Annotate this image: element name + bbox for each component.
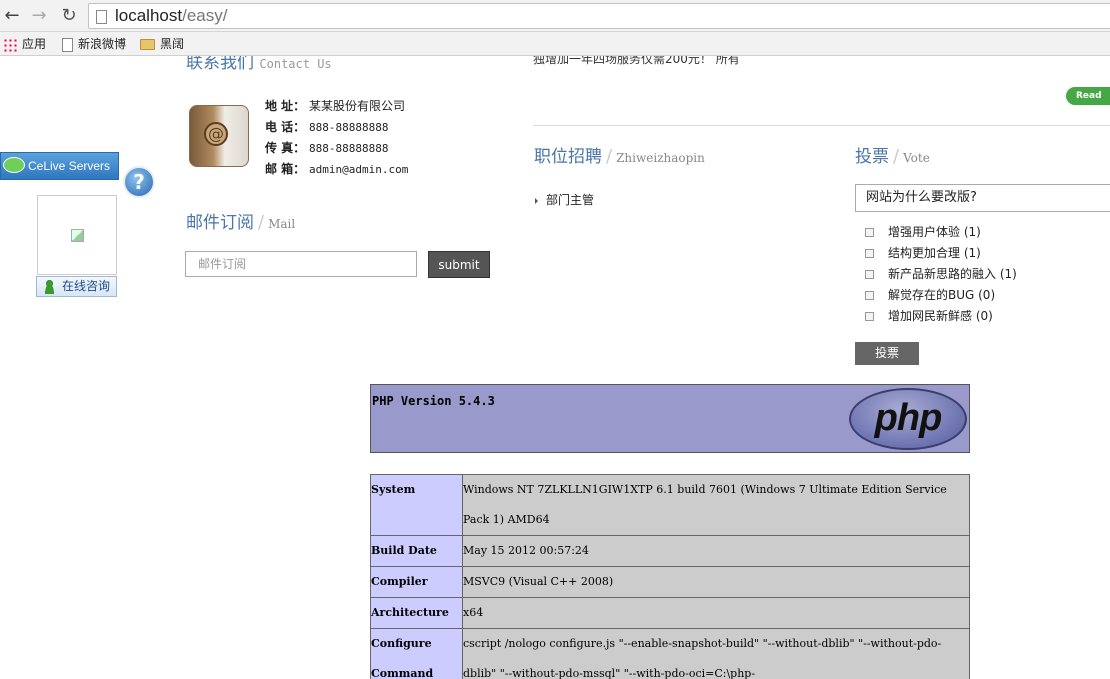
promo-text: 独增加一年四场服务仅需200元！ 所有	[533, 56, 740, 66]
page-content: 联系我们 Contact Us 独增加一年四场服务仅需200元！ 所有 Read…	[0, 56, 1110, 679]
vote-option-label: 增强用户体验 (1)	[888, 225, 981, 239]
url-path: /easy/	[182, 6, 228, 25]
vote-option-label: 解觉存在的BUG (0)	[888, 288, 996, 302]
phpinfo-value: x64	[462, 597, 970, 629]
mail-subscribe-input[interactable]: 邮件订阅	[185, 251, 417, 277]
contact-email: 邮 箱： admin@admin.com	[265, 159, 408, 180]
email-label: 邮 箱：	[265, 162, 306, 176]
bookmark-weibo[interactable]: 新浪微博	[62, 36, 126, 52]
php-version: PHP Version 5.4.3	[372, 394, 495, 408]
bookmark-heikuo[interactable]: 黑阔	[140, 36, 184, 52]
folder-icon	[140, 39, 155, 50]
mail-section-title: 邮件订阅 / Mail	[186, 212, 296, 233]
php-version-header: PHP Version 5.4.3 php	[370, 384, 970, 453]
bullet-arrow-icon	[535, 197, 538, 204]
contact-phone: 电 话： 888-88888888	[265, 117, 408, 138]
job-item[interactable]: 部门主管	[535, 191, 594, 208]
vote-question: 网站为什么要改版?	[855, 184, 1110, 212]
page-icon	[62, 37, 73, 52]
vote-section-title: 投票 / Vote	[855, 146, 930, 167]
address-bar[interactable]: localhost/easy/	[88, 3, 1110, 29]
read-more-button[interactable]: Read More	[1066, 87, 1110, 119]
page-icon	[96, 10, 107, 24]
checkbox[interactable]	[865, 291, 874, 300]
phpinfo-value: May 15 2012 00:57:24	[462, 535, 970, 567]
vote-option[interactable]: 增加网民新鲜感 (0)	[865, 306, 1017, 327]
submit-button[interactable]: submit	[428, 251, 490, 278]
php-logo[interactable]: php	[849, 388, 967, 450]
apps-icon	[3, 37, 17, 52]
checkbox[interactable]	[865, 249, 874, 258]
vote-option-label: 增加网民新鲜感 (0)	[888, 309, 993, 323]
phpinfo-table: System Windows NT 7ZLKLLN1GIW1XTP 6.1 bu…	[370, 474, 970, 679]
phpinfo-value: Windows NT 7ZLKLLN1GIW1XTP 6.1 build 760…	[462, 474, 970, 536]
contact-heading-label: 联系我们	[186, 56, 254, 73]
phpinfo-value: cscript /nologo configure.js "--enable-s…	[462, 628, 970, 679]
chat-bubble-icon	[3, 157, 25, 173]
phone-label: 电 话：	[265, 120, 306, 134]
reload-icon[interactable]: ↻	[58, 5, 80, 27]
phpinfo-key: Compiler	[370, 566, 463, 598]
jobs-title-en: Zhiweizhaopin	[616, 151, 705, 165]
job-item-label: 部门主管	[546, 193, 595, 207]
fax-label: 传 真：	[265, 141, 306, 155]
divider	[533, 125, 1110, 126]
vote-option[interactable]: 增强用户体验 (1)	[865, 222, 1017, 243]
jobs-section-title: 职位招聘 / Zhiweizhaopin	[534, 146, 705, 167]
mail-title: 邮件订阅	[186, 213, 254, 233]
address-book-icon: @	[189, 105, 249, 167]
contact-list: 地 址： 某某股份有限公司 电 话： 888-88888888 传 真： 888-88…	[265, 96, 408, 180]
jobs-title: 职位招聘	[534, 147, 602, 167]
phone-value: 888-88888888	[309, 121, 389, 134]
vote-option-label: 新产品新思路的融入 (1)	[888, 267, 1017, 281]
vote-option-label: 结构更加合理 (1)	[888, 246, 981, 260]
vote-option[interactable]: 解觉存在的BUG (0)	[865, 285, 1017, 306]
url-host: localhost	[115, 6, 183, 25]
contact-fax: 传 真： 888-88888888	[265, 138, 408, 159]
phpinfo-key: Architecture	[370, 597, 463, 629]
phpinfo-key: System	[370, 474, 463, 536]
contact-address: 地 址： 某某股份有限公司	[265, 96, 408, 117]
table-row: Build Date May 15 2012 00:57:24	[370, 535, 970, 567]
person-icon	[43, 279, 56, 294]
checkbox[interactable]	[865, 228, 874, 237]
bookmark-label: 黑阔	[160, 37, 185, 51]
celive-image-box	[37, 195, 117, 275]
email-value: admin@admin.com	[309, 163, 409, 176]
url-text[interactable]: localhost/easy/	[115, 6, 227, 26]
vote-option[interactable]: 结构更加合理 (1)	[865, 243, 1017, 264]
bookmark-apps[interactable]: 应用	[3, 36, 46, 52]
vote-title-en: Vote	[903, 151, 930, 165]
vote-button[interactable]: 投票	[855, 342, 919, 365]
phpinfo-key: Configure Command	[370, 628, 463, 679]
online-consult-label: 在线咨询	[62, 279, 111, 293]
table-row: System Windows NT 7ZLKLLN1GIW1XTP 6.1 bu…	[370, 474, 970, 536]
vote-options: 增强用户体验 (1) 结构更加合理 (1) 新产品新思路的融入 (1) 解觉存在…	[865, 222, 1017, 327]
checkbox[interactable]	[865, 270, 874, 279]
table-row: Compiler MSVC9 (Visual C++ 2008)	[370, 566, 970, 598]
address-value: 某某股份有限公司	[309, 99, 406, 113]
vote-title: 投票	[855, 147, 889, 167]
table-row: Architecture x64	[370, 597, 970, 629]
table-row: Configure Command cscript /nologo config…	[370, 628, 970, 679]
back-arrow-icon[interactable]: ←	[1, 5, 23, 27]
contact-heading-en: Contact Us	[259, 57, 332, 71]
address-label: 地 址：	[265, 99, 306, 113]
help-icon[interactable]: ?	[123, 166, 155, 198]
browser-toolbar: ← → ↻ localhost/easy/	[0, 0, 1110, 32]
bookmark-label: 新浪微博	[78, 37, 127, 51]
bookmarks-bar: 应用 新浪微博 黑阔	[0, 32, 1110, 56]
mail-title-en: Mail	[268, 217, 296, 231]
broken-image-icon	[71, 229, 84, 242]
phpinfo-value: MSVC9 (Visual C++ 2008)	[462, 566, 970, 598]
fax-value: 888-88888888	[309, 142, 389, 155]
phpinfo-key: Build Date	[370, 535, 463, 567]
checkbox[interactable]	[865, 312, 874, 321]
vote-option[interactable]: 新产品新思路的融入 (1)	[865, 264, 1017, 285]
online-consult-button[interactable]: 在线咨询	[36, 276, 117, 297]
bookmark-label: 应用	[22, 37, 47, 51]
forward-arrow-icon[interactable]: →	[28, 5, 50, 27]
contact-heading: 联系我们 Contact Us	[186, 56, 332, 73]
